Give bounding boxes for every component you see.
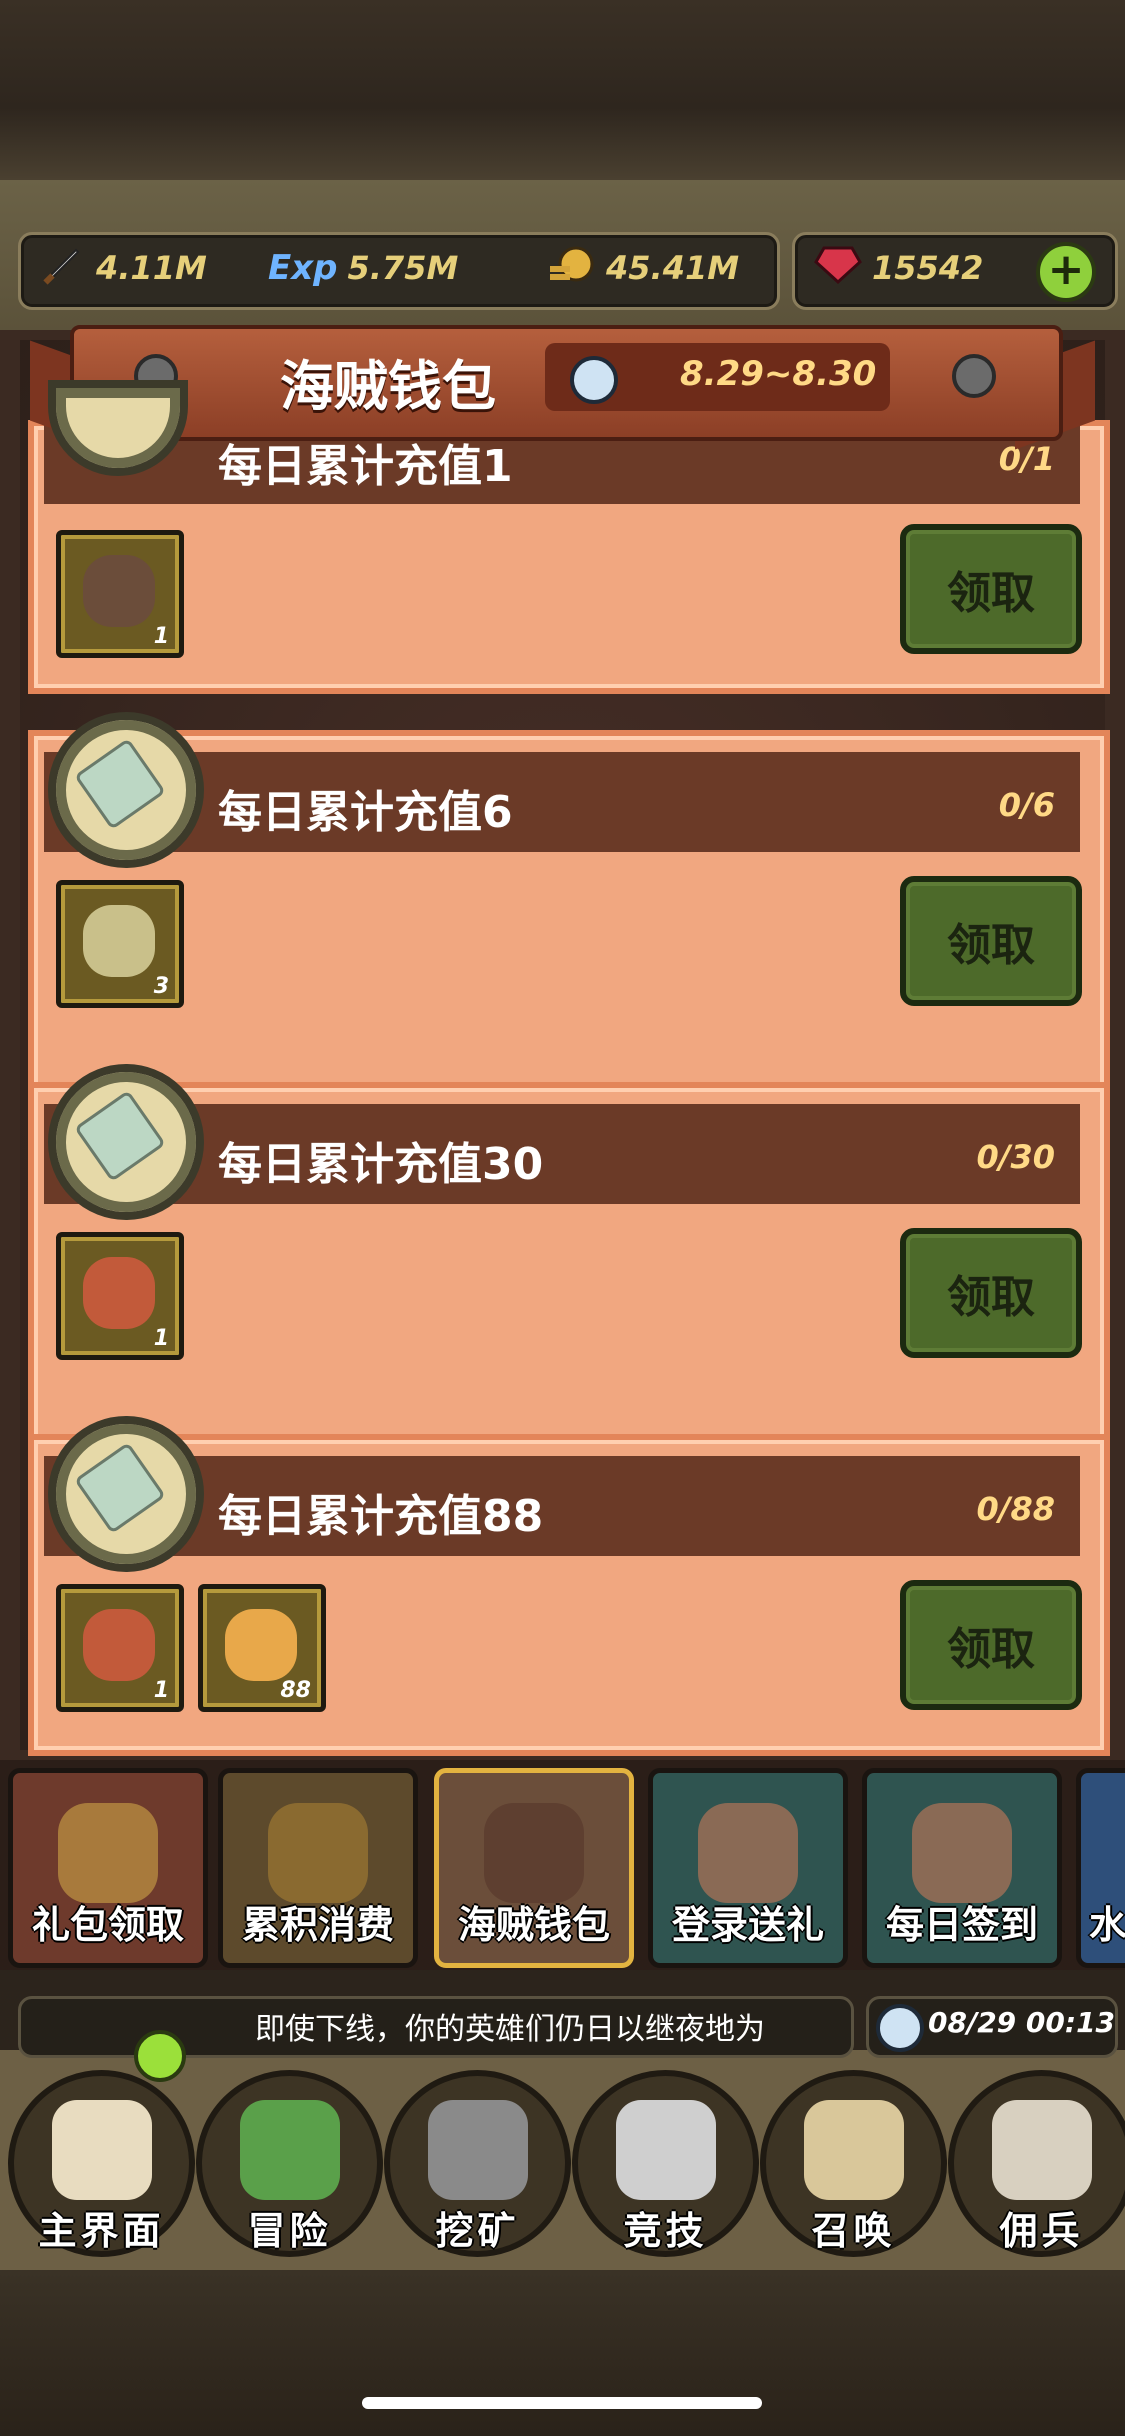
nav-main[interactable]: 主界面 xyxy=(8,2070,195,2257)
reward-item-slot[interactable]: 3 xyxy=(56,880,184,1008)
reward-card-progress: 0/6 xyxy=(998,786,1055,824)
nav-arena[interactable]: 竞技 xyxy=(572,2070,759,2257)
home-indicator[interactable] xyxy=(362,2397,762,2409)
sword-icon xyxy=(38,240,86,296)
reward-card-progress: 0/1 xyxy=(998,440,1055,478)
golden-idol-icon xyxy=(268,1803,368,1903)
exp-resource: Exp 5.75M xyxy=(268,248,458,288)
pickaxe-icon xyxy=(428,2100,528,2200)
reward-card-progress: 0/30 xyxy=(976,1138,1055,1176)
gold-resource: 45.41M xyxy=(546,246,740,288)
tab-label: 登录送礼 xyxy=(671,1903,824,1947)
island-icon xyxy=(240,2100,340,2200)
reward-item-slot[interactable]: 1 xyxy=(56,1584,184,1712)
nav-mining[interactable]: 挖矿 xyxy=(384,2070,571,2257)
banknote-medal-icon xyxy=(48,1064,204,1220)
gold-crystal-icon xyxy=(225,1609,297,1681)
attack-value: 4.11M xyxy=(96,249,207,287)
item-count: 3 xyxy=(153,974,169,999)
gold-value: 45.41M xyxy=(606,249,740,287)
tab-label: 礼包领取 xyxy=(31,1903,184,1947)
reward-item-slot[interactable]: 88 xyxy=(198,1584,326,1712)
gift-bag-icon xyxy=(83,1609,155,1681)
ticker-text: 即使下线，你的英雄们仍日以继夜地为 xyxy=(255,2012,765,2047)
nav-adventure[interactable]: 冒险 xyxy=(196,2070,383,2257)
claim-button[interactable]: 领取 xyxy=(900,1228,1082,1358)
crossed-swords-icon xyxy=(616,2100,716,2200)
nav-label: 挖矿 xyxy=(435,2209,520,2253)
claim-button[interactable]: 领取 xyxy=(900,524,1082,654)
add-gems-button[interactable]: + xyxy=(1036,242,1096,302)
gem-value: 15542 xyxy=(872,249,984,287)
tab-more[interactable]: 水 xyxy=(1076,1768,1125,1968)
reward-card-title: 每日累计充值6 xyxy=(218,787,513,838)
tab-label: 每日签到 xyxy=(885,1903,1038,1947)
claim-button[interactable]: 领取 xyxy=(900,1580,1082,1710)
clock-icon xyxy=(876,2004,924,2052)
tent-icon xyxy=(992,2100,1092,2200)
bottom-map-background xyxy=(0,2270,1125,2436)
tab-login-gift[interactable]: 登录送礼 xyxy=(648,1768,848,1968)
refresh-icon xyxy=(58,1803,158,1903)
exp-icon: Exp xyxy=(268,248,338,288)
reward-card-progress: 0/88 xyxy=(976,1490,1055,1528)
banknote-medal-icon xyxy=(48,712,204,868)
notification-dot xyxy=(134,2030,186,2082)
nav-label: 竞技 xyxy=(623,2209,708,2253)
banknote-medal-icon xyxy=(48,1416,204,1572)
tab-label: 水 xyxy=(1089,1903,1125,1947)
ruby-icon xyxy=(814,242,862,294)
skull-key-icon xyxy=(83,905,155,977)
tab-gift-claim[interactable]: 礼包领取 xyxy=(8,1768,208,1968)
rivet-icon xyxy=(952,354,996,398)
map-scroll-icon xyxy=(52,2100,152,2200)
nav-label: 主界面 xyxy=(38,2209,165,2253)
reward-item-slot[interactable]: 1 xyxy=(56,1232,184,1360)
nav-label: 佣兵 xyxy=(999,2209,1084,2253)
top-map-background xyxy=(0,0,1125,180)
reward-card-title: 每日累计充值88 xyxy=(218,1491,544,1542)
clock-icon xyxy=(570,356,618,404)
purse-icon xyxy=(484,1803,584,1903)
nav-mercenary[interactable]: 佣兵 xyxy=(948,2070,1125,2257)
nav-label: 召唤 xyxy=(811,2209,896,2253)
summon-scroll-icon xyxy=(804,2100,904,2200)
hand-icon xyxy=(698,1803,798,1903)
exp-value: 5.75M xyxy=(347,249,459,287)
item-count: 88 xyxy=(280,1678,311,1703)
gold-coins-icon xyxy=(546,242,596,294)
purse-icon xyxy=(83,555,155,627)
tab-cumulative-spend[interactable]: 累积消费 xyxy=(218,1768,418,1968)
gem-resource: 15542 xyxy=(814,246,984,288)
gift-bag-icon xyxy=(83,1257,155,1329)
nav-summon[interactable]: 召唤 xyxy=(760,2070,947,2257)
nav-label: 冒险 xyxy=(247,2209,332,2253)
claim-button[interactable]: 领取 xyxy=(900,876,1082,1006)
item-count: 1 xyxy=(153,1678,169,1703)
attack-resource: 4.11M xyxy=(38,248,207,288)
reward-item-slot[interactable]: 1 xyxy=(56,530,184,658)
reward-card-title: 每日累计充值30 xyxy=(218,1139,544,1190)
hand-icon xyxy=(912,1803,1012,1903)
tab-label: 海贼钱包 xyxy=(457,1903,610,1947)
tab-label: 累积消费 xyxy=(241,1903,394,1947)
event-date-range: 8.29~8.30 xyxy=(680,354,877,394)
event-title: 海贼钱包 xyxy=(280,355,496,418)
tab-pirate-wallet[interactable]: 海贼钱包 xyxy=(434,1768,634,1968)
tab-daily-checkin[interactable]: 每日签到 xyxy=(862,1768,1062,1968)
current-time: 08/29 00:13 xyxy=(928,2006,1116,2039)
item-count: 1 xyxy=(153,624,169,649)
item-count: 1 xyxy=(153,1326,169,1351)
